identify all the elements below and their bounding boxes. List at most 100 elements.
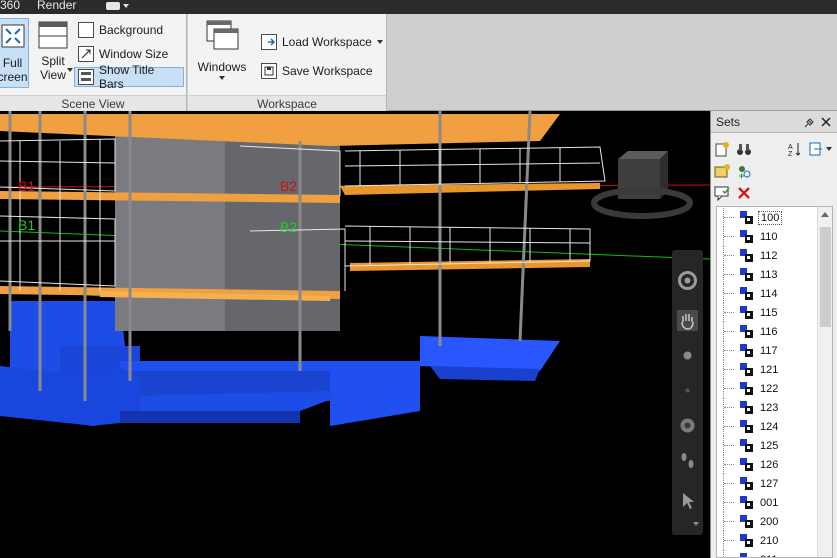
list-item[interactable]: 117 (717, 341, 780, 360)
quick-access-dropdown[interactable] (106, 0, 134, 11)
selection-set-icon (740, 230, 753, 243)
list-item[interactable]: 100 (717, 208, 783, 227)
tree-connector (723, 531, 739, 550)
scene-viewport[interactable]: B1 B2 B1 B2 A (0, 111, 710, 558)
tree-connector (723, 512, 739, 531)
add-set-icon[interactable] (736, 163, 752, 179)
menu-item-render[interactable]: Render (37, 0, 76, 12)
sets-panel: Sets AZ 100 110 112 113 114 115 116 117 121 122 12… (710, 111, 837, 558)
selection-set-icon (740, 363, 753, 376)
tree-connector (723, 227, 739, 246)
full-screen-label-1: Full (2, 56, 23, 70)
tree-connector (723, 550, 739, 557)
windows-icon (206, 20, 239, 50)
background-button[interactable]: Background (75, 20, 166, 40)
list-item[interactable]: 125 (717, 436, 780, 455)
grid-label-b1-red: B1 (18, 178, 36, 194)
steering-wheel-icon[interactable] (677, 270, 698, 291)
list-item[interactable]: 115 (717, 303, 780, 322)
list-item[interactable]: 211 (717, 550, 780, 558)
zoom-icon[interactable] (677, 345, 698, 366)
list-item[interactable]: 122 (717, 379, 780, 398)
list-item[interactable]: 127 (717, 474, 780, 493)
look-around-icon[interactable] (677, 415, 698, 436)
save-workspace-button[interactable]: Save Workspace (258, 61, 376, 81)
set-label: 112 (760, 249, 778, 262)
list-item[interactable]: 210 (717, 531, 780, 550)
chevron-down-icon (123, 3, 129, 8)
split-view-button[interactable]: Split View (34, 18, 72, 88)
ribbon: Full creen Split View Background Window … (0, 14, 837, 111)
pan-hand-icon[interactable] (677, 310, 698, 331)
selection-set-icon (740, 268, 753, 281)
tree-connector (723, 436, 739, 455)
list-item[interactable]: 110 (717, 227, 780, 246)
split-view-icon (38, 21, 68, 49)
comment-icon[interactable] (714, 185, 730, 201)
full-screen-button[interactable]: Full creen (0, 18, 29, 88)
selection-set-icon (740, 325, 753, 338)
set-label: 127 (760, 477, 779, 490)
set-label: 122 (760, 382, 779, 395)
set-label: 116 (760, 325, 778, 338)
selection-set-icon (740, 458, 753, 471)
scroll-up-icon[interactable] (821, 212, 829, 217)
list-item[interactable]: 126 (717, 455, 780, 474)
menu-item-360[interactable]: 360 (0, 0, 20, 12)
list-item[interactable]: 124 (717, 417, 780, 436)
windows-button[interactable]: Windows (196, 18, 248, 88)
set-label: 100 (758, 210, 783, 225)
tree-connector (723, 322, 739, 341)
navbar-chevron-icon[interactable] (693, 522, 699, 526)
import-export-chevron-icon[interactable] (826, 147, 832, 151)
sort-az-icon[interactable]: AZ (786, 141, 802, 157)
list-item[interactable]: 116 (717, 322, 780, 341)
list-item[interactable]: 121 (717, 360, 780, 379)
binoculars-icon[interactable] (736, 141, 752, 157)
tree-connector (723, 455, 739, 474)
load-workspace-button[interactable]: Load Workspace (258, 32, 386, 52)
tree-connector (723, 246, 739, 265)
tree-connector (723, 284, 739, 303)
tree-connector (723, 360, 739, 379)
windows-chevron-icon (219, 76, 225, 80)
selection-set-icon (740, 306, 753, 319)
close-icon[interactable] (821, 117, 831, 127)
set-label: 001 (760, 496, 779, 509)
scrollbar-thumb[interactable] (820, 227, 831, 327)
import-export-icon[interactable] (808, 141, 824, 157)
pin-icon[interactable] (803, 117, 815, 129)
list-item[interactable]: 001 (717, 493, 780, 512)
selection-set-icon (740, 496, 753, 509)
list-item[interactable]: 200 (717, 512, 780, 531)
show-title-bars-button[interactable]: Show Title Bars (74, 63, 184, 91)
sets-panel-title: Sets (716, 115, 741, 129)
tree-connector (723, 398, 739, 417)
selection-set-icon (740, 515, 753, 528)
set-label: 211 (758, 554, 780, 558)
svg-text:A: A (788, 144, 793, 151)
selection-set-icon (740, 287, 753, 300)
list-item[interactable]: 123 (717, 398, 780, 417)
tree-connector (723, 303, 739, 322)
orbit-icon[interactable] (677, 380, 698, 401)
walk-footprints-icon[interactable] (677, 450, 698, 471)
select-arrow-icon[interactable] (677, 490, 698, 511)
grid-label-b1-green: B1 (18, 217, 36, 233)
new-folder-icon[interactable] (714, 163, 730, 179)
window-size-button[interactable]: Window Size (75, 44, 171, 64)
list-item[interactable]: 112 (717, 246, 780, 265)
windows-label: Windows (197, 60, 247, 74)
tree-connector (723, 341, 739, 360)
save-search-icon[interactable] (714, 141, 730, 157)
selection-set-icon (740, 401, 753, 414)
load-workspace-icon (261, 34, 277, 50)
delete-icon[interactable] (736, 185, 752, 201)
sets-scrollbar[interactable] (817, 207, 832, 557)
quick-access-icon (106, 1, 120, 10)
list-item[interactable]: 114 (717, 284, 780, 303)
set-label: 124 (760, 420, 779, 433)
list-item[interactable]: 113 (717, 265, 780, 284)
set-label: 210 (760, 534, 779, 547)
sets-toolbar: AZ (714, 137, 834, 207)
